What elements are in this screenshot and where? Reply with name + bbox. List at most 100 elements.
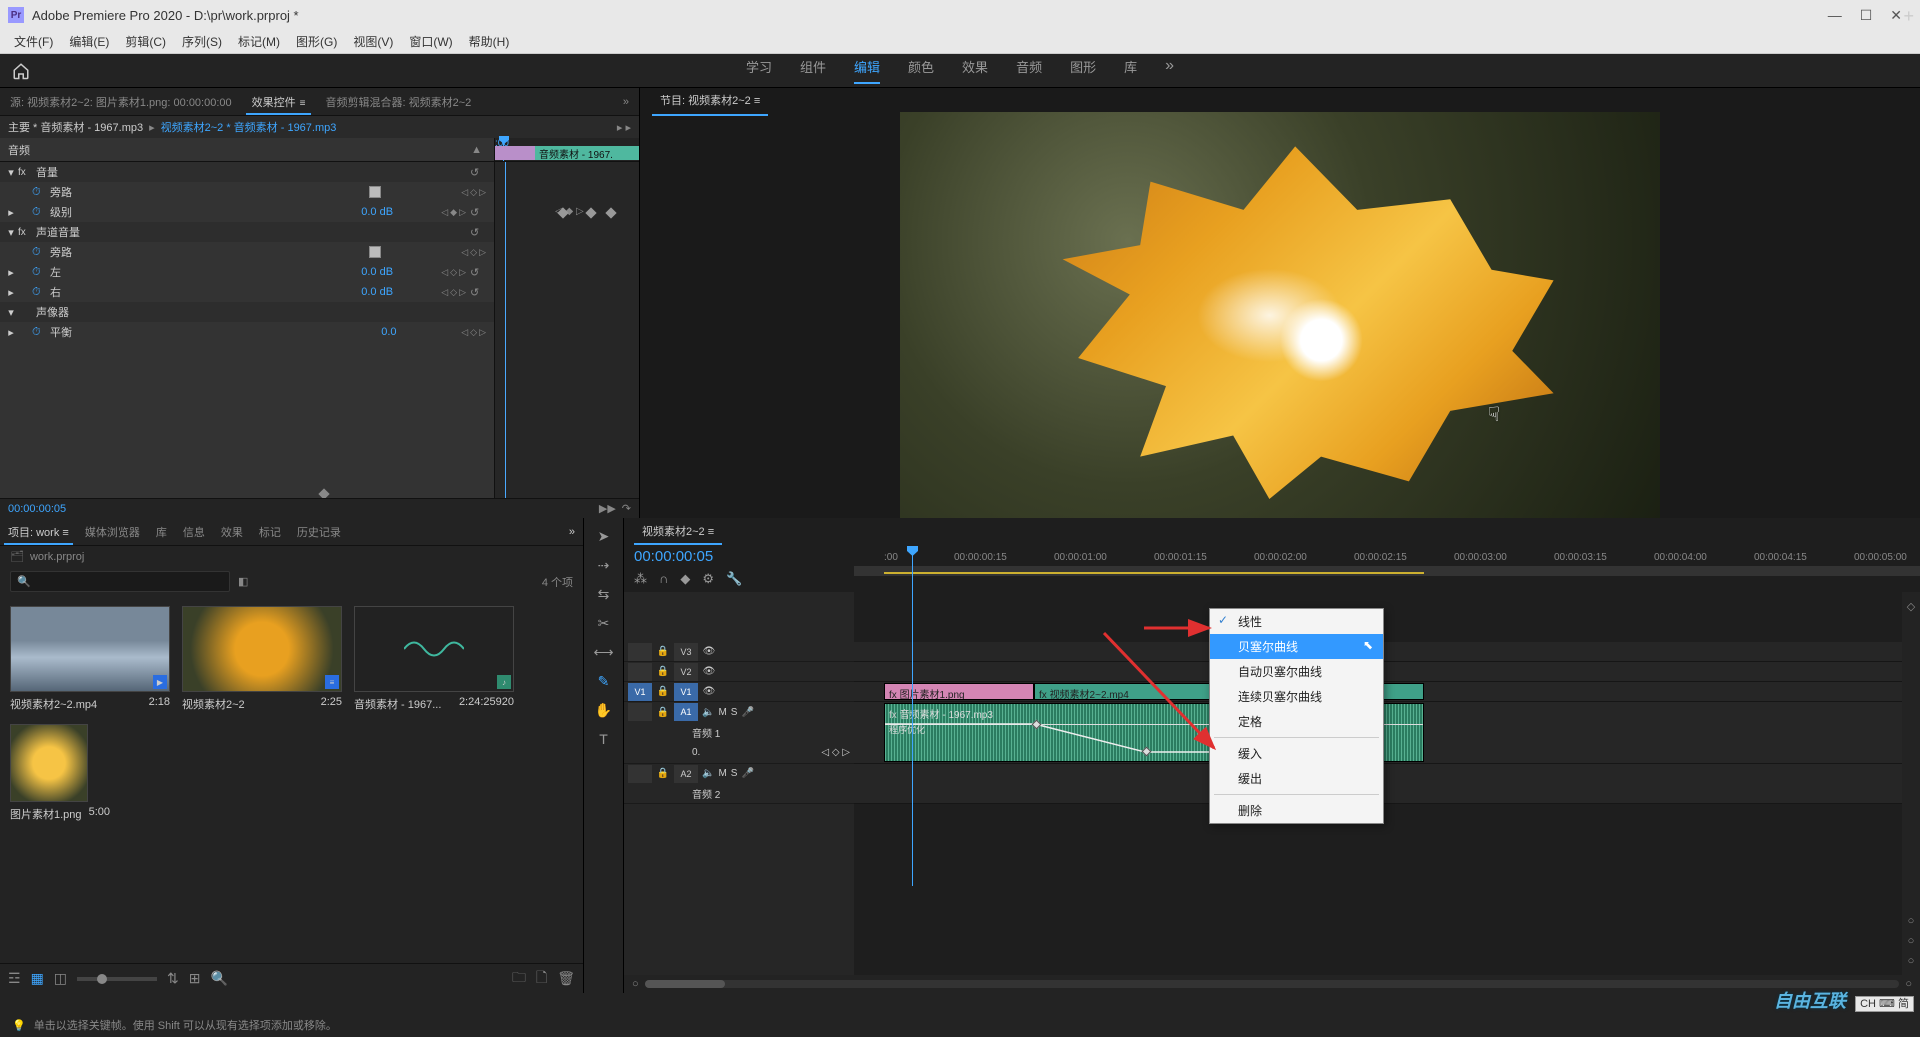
workspace-audio[interactable]: 音频 [1016, 57, 1042, 84]
workspace-color[interactable]: 颜色 [908, 57, 934, 84]
menu-linear[interactable]: 线性 [1210, 609, 1383, 634]
add-button-icon[interactable]: + [1903, 6, 1914, 27]
ec-volume-level[interactable]: ▸⏱ 级别 0.0 dB ◁◆▷ ↺ [0, 202, 494, 222]
wrench-icon[interactable]: 🔧 [726, 571, 742, 587]
ec-keyframe-area[interactable]: ◁ ◆ ▷ [495, 162, 639, 498]
workspace-assembly[interactable]: 组件 [800, 57, 826, 84]
reset-icon[interactable]: ↺ [470, 166, 490, 179]
menu-continuous-bezier[interactable]: 连续贝塞尔曲线 [1210, 684, 1383, 709]
tab-markers[interactable]: 标记 [251, 520, 289, 544]
ec-channel-bypass[interactable]: ⏱ 旁路 ◁◇▷ [0, 242, 494, 262]
timeline-timecode[interactable]: 00:00:00:05 [634, 548, 844, 565]
type-tool-icon[interactable]: T [599, 731, 608, 747]
workspace-libraries[interactable]: 库 [1124, 57, 1137, 84]
track-header-v2[interactable]: 🔒V2👁 [624, 662, 854, 682]
track-header-v3[interactable]: 🔒V3👁 [624, 642, 854, 662]
menu-edit[interactable]: 编辑(E) [63, 31, 115, 52]
workspace-effects[interactable]: 效果 [962, 57, 988, 84]
project-item[interactable]: 图片素材1.png5:00 [10, 724, 110, 822]
tab-history[interactable]: 历史记录 [289, 520, 349, 544]
find-icon[interactable]: 🔍 [211, 970, 228, 987]
menu-bezier[interactable]: 贝塞尔曲线⬉ [1210, 634, 1383, 659]
freeform-view-icon[interactable]: ◫ [54, 970, 67, 987]
tab-source[interactable]: 源: 视频素材2~2: 图片素材1.png: 00:00:00:00 [0, 90, 242, 114]
maximize-button[interactable]: ☐ [1860, 7, 1873, 24]
project-item[interactable]: ♪ 音频素材 - 1967...2:24:25920 [354, 606, 514, 712]
menu-clip[interactable]: 剪辑(C) [119, 31, 172, 52]
track-header-a1[interactable]: 🔒A1🔈MS🎤 音频 1 0.◁ ◇ ▷ [624, 702, 854, 764]
menu-ease-in[interactable]: 缓入 [1210, 741, 1383, 766]
home-icon[interactable] [12, 62, 30, 80]
tab-audio-mixer[interactable]: 音频剪辑混合器: 视频素材2~2 [315, 90, 481, 114]
track-select-tool-icon[interactable]: ⇢ [598, 557, 610, 574]
menu-window[interactable]: 窗口(W) [403, 31, 458, 52]
link-icon[interactable]: ∩ [659, 571, 668, 587]
source-tabs-overflow[interactable]: » [613, 92, 639, 112]
ec-timecode[interactable]: 00:00:00:05 [8, 503, 66, 515]
menu-view[interactable]: 视图(V) [347, 31, 399, 52]
program-tab[interactable]: 节目: 视频素材2~2 ≡ [652, 88, 768, 112]
menu-ease-out[interactable]: 缓出 [1210, 766, 1383, 791]
close-button[interactable]: ✕ [1890, 7, 1902, 24]
ec-channel-left[interactable]: ▸⏱ 左 0.0 dB ◁◇▷ ↺ [0, 262, 494, 282]
ec-mini-timeline[interactable]: :00 音频素材 - 1967. [495, 138, 639, 161]
ec-volume-bypass[interactable]: ⏱ 旁路 ◁◇▷ [0, 182, 494, 202]
new-item-icon[interactable]: 🗋 [536, 967, 547, 991]
menu-bar[interactable]: 文件(F) 编辑(E) 剪辑(C) 序列(S) 标记(M) 图形(G) 视图(V… [0, 30, 1920, 54]
zoom-slider[interactable] [77, 977, 157, 981]
search-input[interactable] [31, 574, 223, 589]
track-header-v1[interactable]: V1🔒V1👁 [624, 682, 854, 702]
sort-icon[interactable]: ⇅ [167, 970, 179, 987]
hand-tool-icon[interactable]: ✋ [595, 702, 612, 719]
timeline-sequence-tab[interactable]: 视频素材2~2 ≡ [634, 521, 722, 541]
ec-loop-icon[interactable]: ↷ [622, 502, 631, 515]
snap-icon[interactable]: ⁂ [634, 571, 647, 587]
timeline-playhead[interactable] [912, 546, 913, 886]
hscroll-thumb[interactable] [645, 980, 725, 988]
icon-view-icon[interactable]: ▦ [31, 970, 44, 987]
scroll-diamond-icon[interactable]: ◇ [1907, 600, 1915, 613]
tab-effects[interactable]: 效果 [213, 520, 251, 544]
project-search[interactable]: 🔍 [10, 571, 230, 592]
tab-effect-controls[interactable]: 效果控件≡ [242, 90, 316, 114]
trash-icon[interactable]: 🗑 [557, 970, 575, 987]
tab-project[interactable]: 项目: work ≡ [0, 520, 77, 544]
ec-channel-section[interactable]: ▾fx 声道音量 ↺ [0, 222, 494, 242]
new-bin-icon[interactable]: 🗀 [512, 967, 526, 991]
workspace-learn[interactable]: 学习 [746, 57, 772, 84]
menu-sequence[interactable]: 序列(S) [176, 31, 228, 52]
ec-panner-section[interactable]: ▾ 声像器 [0, 302, 494, 322]
ime-indicator[interactable]: CH ⌨ 简 [1855, 996, 1914, 1012]
ripple-tool-icon[interactable]: ⇆ [598, 586, 610, 603]
menu-file[interactable]: 文件(F) [8, 31, 59, 52]
checkbox-icon[interactable] [369, 186, 381, 198]
track-header-a2[interactable]: 🔒A2🔈MS🎤 音频 2 [624, 764, 854, 804]
ec-volume-section[interactable]: ▾fx 音量 ↺ [0, 162, 494, 182]
workspace-overflow[interactable]: » [1165, 57, 1174, 84]
tab-libraries[interactable]: 库 [148, 520, 175, 544]
proj-tabs-overflow[interactable]: » [561, 526, 583, 538]
clip-v1-image[interactable]: fx 图片素材1.png [884, 683, 1034, 700]
menu-hold[interactable]: 定格 [1210, 709, 1383, 734]
tl-settings-icon[interactable]: ⚙ [702, 571, 714, 587]
workspace-editing[interactable]: 编辑 [854, 57, 880, 84]
pen-tool-icon[interactable]: ✎ [598, 673, 610, 690]
project-item[interactable]: ▶ 视频素材2~2.mp42:18 [10, 606, 170, 712]
timeline-hscroll[interactable]: ○ ○ [624, 975, 1920, 993]
razor-tool-icon[interactable]: ✂ [598, 615, 610, 632]
timeline-ruler[interactable]: :00 00:00:00:15 00:00:01:00 00:00:01:15 … [854, 544, 1920, 592]
menu-auto-bezier[interactable]: 自动贝塞尔曲线 [1210, 659, 1383, 684]
ec-play-icon[interactable]: ▶▶ [599, 502, 616, 515]
ec-panner-balance[interactable]: ▸⏱ 平衡 0.0 ◁◇▷ [0, 322, 494, 342]
workspace-graphics[interactable]: 图形 [1070, 57, 1096, 84]
selection-tool-icon[interactable]: ➤ [598, 528, 610, 545]
minimize-button[interactable]: — [1828, 7, 1842, 24]
ec-channel-right[interactable]: ▸⏱ 右 0.0 dB ◁◇▷ ↺ [0, 282, 494, 302]
slip-tool-icon[interactable]: ⟷ [593, 644, 613, 661]
auto-seq-icon[interactable]: ⊞ [189, 970, 201, 987]
tab-info[interactable]: 信息 [175, 520, 213, 544]
menu-delete[interactable]: 删除 [1210, 798, 1383, 823]
project-item[interactable]: ≡ 视频素材2~22:25 [182, 606, 342, 712]
timeline-vscroll[interactable]: ◇ ○○○ [1902, 592, 1920, 975]
program-monitor[interactable]: ☟ [640, 112, 1920, 542]
